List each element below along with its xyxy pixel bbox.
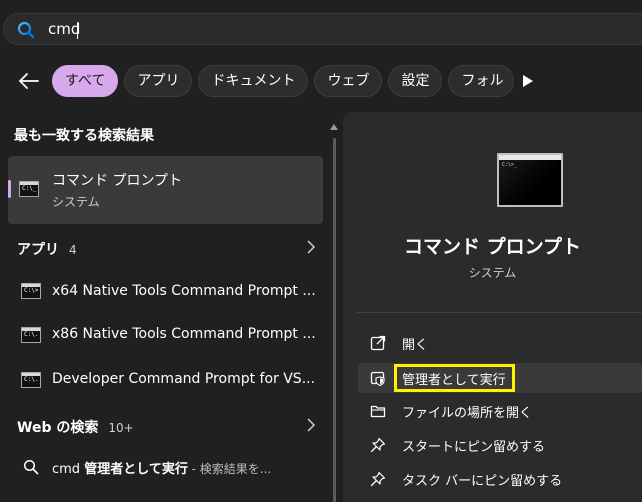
action-pin-to-start[interactable]: スタートにピン留めする bbox=[358, 430, 642, 460]
app-item-label: x86 Native Tools Command Prompt ... bbox=[52, 326, 316, 342]
web-query-bold: 管理者として実行 bbox=[84, 462, 188, 477]
app-item-developer-command-prompt[interactable]: C:\. Developer Command Prompt for VS... bbox=[8, 360, 323, 400]
scroll-up-arrow[interactable] bbox=[330, 124, 338, 130]
best-match-item[interactable] bbox=[8, 156, 323, 224]
admin-shield-icon bbox=[370, 371, 385, 386]
command-prompt-icon: C:\. bbox=[21, 372, 41, 388]
command-prompt-large-icon: C:\>_ bbox=[497, 153, 563, 207]
chip-web[interactable]: ウェブ bbox=[314, 65, 383, 97]
command-prompt-icon: C:\. bbox=[21, 327, 41, 343]
search-icon bbox=[17, 21, 35, 39]
chip-documents[interactable]: ドキュメント bbox=[198, 65, 309, 97]
web-search-label: cmd 管理者として実行 - 検索結果を... bbox=[52, 458, 271, 477]
web-query-hint: - 検索結果を... bbox=[187, 462, 272, 476]
text-caret bbox=[77, 22, 78, 39]
app-item-label: x64 Native Tools Command Prompt ... bbox=[52, 283, 316, 299]
highlight-annotation bbox=[394, 364, 515, 392]
chip-settings[interactable]: 設定 bbox=[388, 65, 443, 97]
web-search-count: 10+ bbox=[108, 421, 134, 435]
scroll-chips-right-icon[interactable] bbox=[522, 74, 534, 88]
action-label: スタートにピン留めする bbox=[402, 440, 546, 455]
best-match-subtitle: システム bbox=[52, 195, 100, 209]
divider bbox=[356, 312, 642, 313]
action-label: ファイルの場所を開く bbox=[402, 406, 533, 421]
chip-all[interactable]: すべて bbox=[52, 65, 119, 97]
filter-chips: すべて アプリ ドキュメント ウェブ 設定 フォル bbox=[52, 65, 515, 97]
pin-icon bbox=[370, 437, 386, 453]
web-search-item[interactable]: cmd 管理者として実行 - 検索結果を... bbox=[8, 448, 323, 488]
command-prompt-icon: C:\_ bbox=[19, 181, 39, 197]
app-item-x64-native-tools[interactable]: C:\> x64 Native Tools Command Prompt ... bbox=[8, 272, 323, 312]
app-item-x86-native-tools[interactable]: C:\. x86 Native Tools Command Prompt ... bbox=[8, 315, 323, 355]
command-prompt-icon: C:\> bbox=[21, 283, 41, 299]
detail-subtitle: システム bbox=[468, 266, 517, 280]
apps-expand-chevron-icon[interactable] bbox=[306, 240, 316, 254]
pin-icon bbox=[370, 471, 386, 487]
best-match-heading: 最も一致する検索結果 bbox=[14, 128, 154, 144]
detail-title: コマンド プロンプト bbox=[403, 236, 582, 258]
action-open[interactable]: 開く bbox=[358, 328, 642, 358]
search-icon bbox=[23, 459, 39, 475]
action-pin-to-taskbar[interactable]: タスク バーにピン留めする bbox=[358, 464, 642, 494]
web-search-heading: Web の検索 10+ bbox=[17, 417, 134, 437]
windows-search-window: すべて アプリ ドキュメント ウェブ 設定 フォル 最も一致する検索結果 C:\… bbox=[0, 0, 642, 502]
search-bar[interactable] bbox=[3, 13, 642, 45]
search-input[interactable] bbox=[48, 18, 448, 40]
chip-folders[interactable]: フォル bbox=[448, 65, 515, 97]
apps-count: 4 bbox=[69, 243, 77, 257]
web-expand-chevron-icon[interactable] bbox=[306, 418, 316, 432]
app-item-label: Developer Command Prompt for VS... bbox=[52, 371, 316, 387]
back-arrow-icon[interactable] bbox=[14, 66, 44, 96]
selection-indicator bbox=[8, 180, 11, 198]
open-external-icon bbox=[370, 335, 386, 351]
web-search-heading-label: Web の検索 bbox=[17, 420, 99, 436]
scrollbar[interactable] bbox=[333, 138, 336, 502]
folder-icon bbox=[370, 405, 386, 418]
apps-heading: アプリ 4 bbox=[17, 239, 77, 259]
action-open-file-location[interactable]: ファイルの場所を開く bbox=[358, 396, 642, 426]
action-label: 開く bbox=[402, 338, 429, 353]
web-query-plain: cmd bbox=[52, 462, 85, 477]
chip-apps[interactable]: アプリ bbox=[124, 65, 193, 97]
apps-heading-label: アプリ bbox=[17, 242, 59, 258]
action-label: タスク バーにピン留めする bbox=[402, 474, 563, 489]
best-match-title: コマンド プロンプト bbox=[52, 173, 183, 189]
